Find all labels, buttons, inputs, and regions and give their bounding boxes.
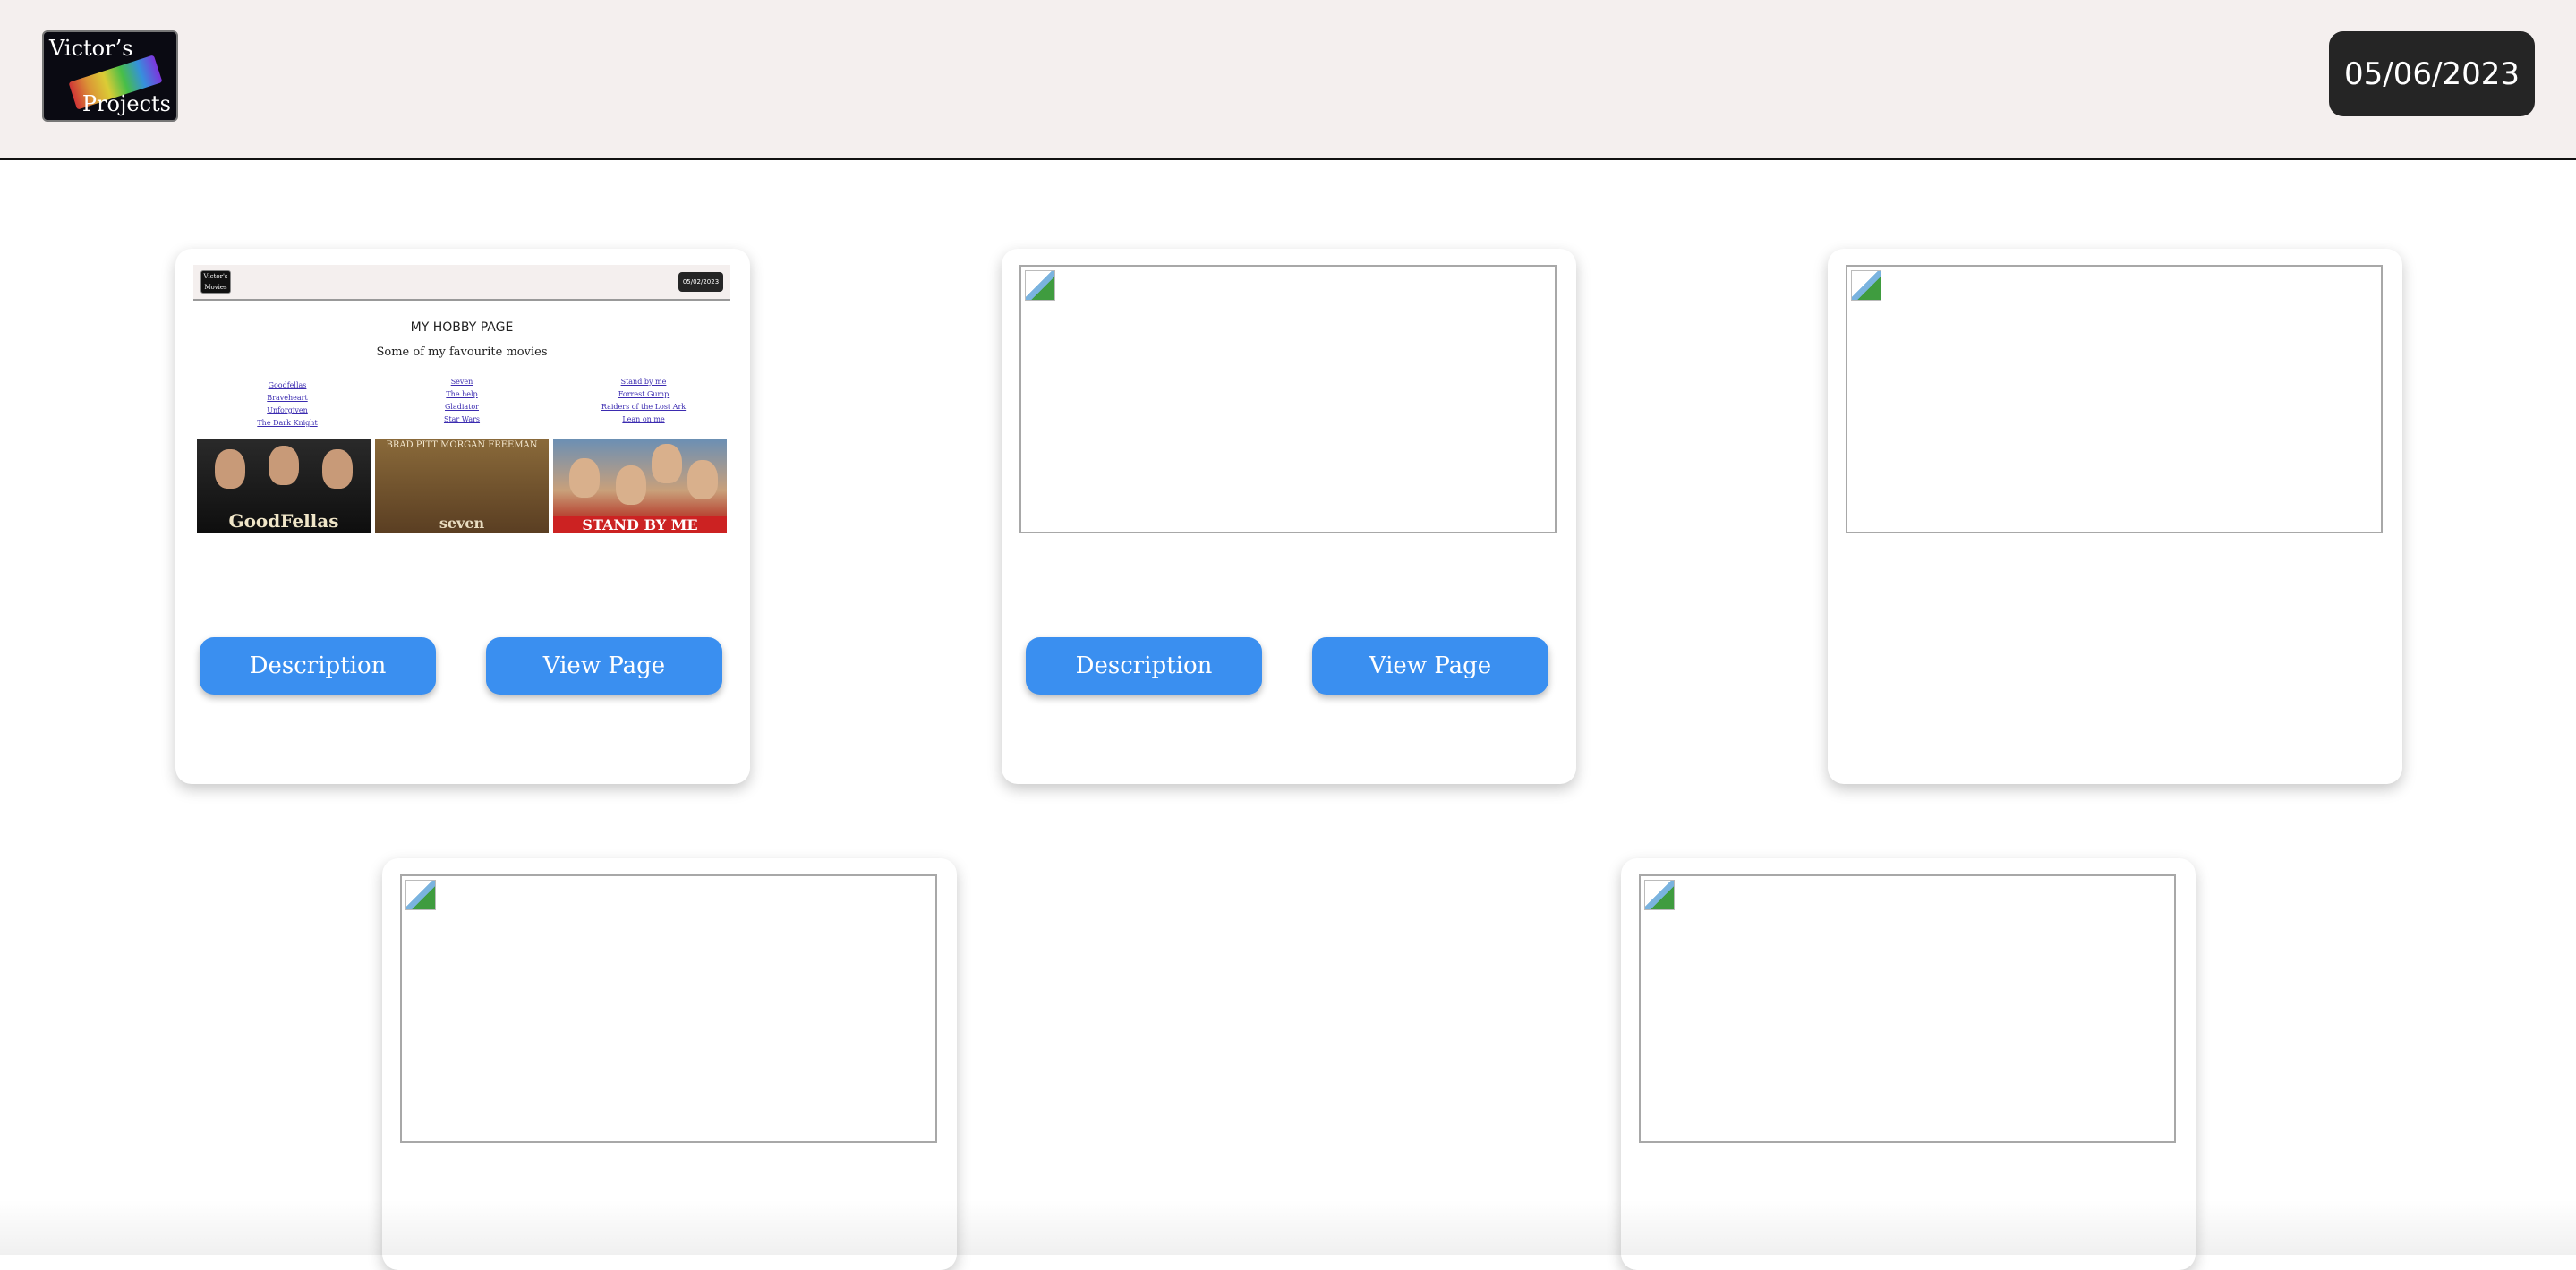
preview-subtitle: Some of my favourite movies [376,345,548,359]
poster-credits: BRAD PITT MORGAN FREEMAN [386,440,538,450]
poster-title: GoodFellas [228,510,339,532]
project-card-4 [382,858,957,1270]
poster-title: STAND BY ME [553,516,727,533]
preview-movie-link[interactable]: Gladiator [381,401,542,413]
preview-date: 05/02/2023 [678,272,723,292]
preview-movie-link[interactable]: Stand by me [563,376,724,388]
preview-movie-column-1: Goodfellas Braveheart Unforgiven The Dar… [207,379,368,430]
preview-movie-link[interactable]: Star Wars [381,413,542,426]
preview-movie-link[interactable]: Unforgiven [207,405,368,417]
description-button[interactable]: Description [1026,637,1262,695]
preview-movie-column-2: Seven The help Gladiator Star Wars [381,376,542,426]
poster-figure [687,460,718,499]
view-page-button[interactable]: View Page [486,637,722,695]
poster-goodfellas: GoodFellas [197,439,371,533]
site-logo[interactable]: Victor’s Projects [42,30,178,122]
poster-figure [269,446,299,485]
poster-seven: BRAD PITT MORGAN FREEMAN seven [375,439,549,533]
date-badge: 05/06/2023 [2329,31,2535,116]
preview-movie-link[interactable]: Raiders of the Lost Ark [563,401,724,413]
project-card-2: Description View Page [1002,249,1576,784]
poster-title: seven [439,515,485,532]
logo-text-line1: Victor’s [49,36,133,61]
preview-header: Victor's Movies 05/02/2023 [193,265,730,301]
poster-figure [652,444,682,483]
broken-image-icon [1644,880,1675,910]
preview-logo: Victor's Movies [200,270,231,294]
broken-image-icon [405,880,436,910]
preview-movie-link[interactable]: Goodfellas [207,379,368,392]
project-thumbnail-broken[interactable] [1846,265,2383,533]
broken-image-icon [1851,270,1881,301]
poster-figure [616,465,646,505]
poster-stand-by-me: STAND BY ME [553,439,727,533]
view-page-button[interactable]: View Page [1312,637,1548,695]
poster-figure [215,449,245,489]
preview-movie-link[interactable]: Lean on me [563,413,724,426]
preview-movie-column-3: Stand by me Forrest Gump Raiders of the … [563,376,724,426]
project-thumbnail-broken[interactable] [1639,874,2176,1143]
preview-movie-link[interactable]: The Dark Knight [207,417,368,430]
project-card-3 [1828,249,2402,784]
preview-movie-link[interactable]: Forrest Gump [563,388,724,401]
preview-movie-link[interactable]: The help [381,388,542,401]
site-header: Victor’s Projects 05/06/2023 [0,0,2576,160]
broken-image-icon [1025,270,1055,301]
project-thumbnail-broken[interactable] [400,874,937,1143]
preview-movie-link[interactable]: Seven [381,376,542,388]
project-thumbnail-broken[interactable] [1019,265,1557,533]
project-thumbnail-hobby-page[interactable]: Victor's Movies 05/02/2023 MY HOBBY PAGE… [193,265,730,533]
preview-title: MY HOBBY PAGE [410,320,514,335]
project-card-hobby-page: Victor's Movies 05/02/2023 MY HOBBY PAGE… [175,249,750,784]
logo-text-line2: Projects [81,91,171,116]
description-button[interactable]: Description [200,637,436,695]
poster-figure [569,458,600,498]
preview-movie-link[interactable]: Braveheart [207,392,368,405]
poster-figure [322,449,353,489]
project-card-5 [1621,858,2196,1270]
